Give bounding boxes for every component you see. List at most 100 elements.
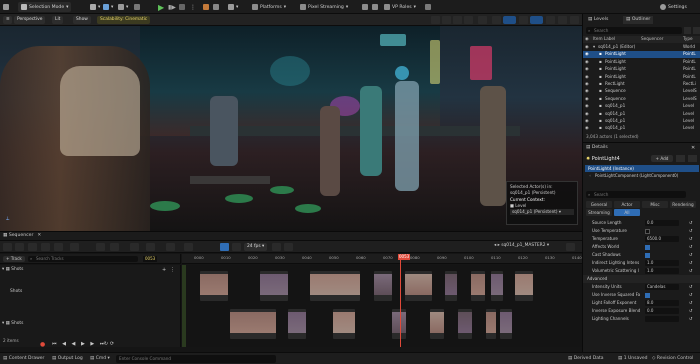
lit-button[interactable]: Lit (52, 16, 64, 24)
launch-icon[interactable] (203, 2, 209, 12)
scale-icon[interactable] (464, 16, 473, 24)
outliner-search-input[interactable]: ⌕ Search (586, 27, 682, 34)
pencil-icon[interactable] (184, 243, 193, 251)
derived-data-button[interactable]: ▤ Derived Data (568, 356, 604, 361)
filter-icon[interactable] (96, 243, 105, 251)
shot-clip[interactable] (260, 271, 288, 301)
tab-streaming[interactable]: Streaming (586, 209, 612, 216)
reset-arrow-icon[interactable]: ↺ (689, 243, 692, 251)
timeline-ruler[interactable]: 0000 0010 0020 0030 0040 0050 0060 0070 0080 0090… (182, 254, 582, 264)
level-viewport[interactable]: ⟂ Selected Actor(s) in: sq014_p1 (Persis… (0, 26, 582, 231)
outliner-row[interactable]: ◉ ▪ RectLight RectLi (583, 81, 700, 88)
rotation-snap-icon[interactable] (519, 16, 528, 24)
record-button[interactable]: ● (40, 341, 45, 348)
shot-clip[interactable] (405, 271, 432, 301)
filter-icon[interactable] (689, 191, 694, 198)
visibility-eye-icon[interactable]: ◉ (585, 125, 589, 132)
outliner-row[interactable]: ◉ ▪ PointLight PointL (583, 66, 700, 73)
shot-clip[interactable] (458, 309, 472, 339)
advanced-section-header[interactable]: Advanced (583, 275, 700, 283)
rotate-icon[interactable] (453, 16, 462, 24)
play-options-icon[interactable]: ⋮ (190, 2, 196, 12)
revision-control-button[interactable]: ◇ Revision Control (652, 356, 693, 361)
show-button[interactable]: Show (73, 16, 91, 24)
outliner-row[interactable]: ◉ ▪ PointLight PointL (583, 74, 700, 81)
tab-rendering[interactable]: Rendering (670, 201, 696, 208)
tab-actor[interactable]: Actor (614, 201, 640, 208)
reset-arrow-icon[interactable]: ↺ (689, 291, 692, 299)
rotation-snap-value[interactable] (530, 16, 543, 24)
world-icon[interactable] (478, 16, 487, 24)
track-row-shots[interactable]: ▾ ▦ Shots (2, 267, 23, 272)
list-icon[interactable] (54, 243, 63, 251)
blueprint-icon[interactable]: ▾ (103, 2, 113, 12)
shot-clip[interactable] (445, 271, 457, 301)
shot-clip[interactable] (491, 271, 503, 301)
maximize-icon[interactable] (570, 16, 579, 24)
property-checkbox[interactable] (645, 292, 650, 298)
playback-range-icon[interactable] (272, 243, 281, 251)
col-item-label[interactable]: Item Label (593, 36, 615, 43)
shot-clip[interactable] (200, 271, 228, 301)
transform-icon[interactable] (431, 16, 440, 24)
move-icon[interactable] (442, 16, 451, 24)
paint-icon[interactable] (146, 243, 155, 251)
property-value-field[interactable]: 1.0 (645, 260, 679, 266)
tab-general[interactable]: General (586, 201, 612, 208)
visibility-eye-icon[interactable]: ◉ (585, 66, 589, 73)
add-content-icon[interactable]: ▾ (90, 2, 100, 12)
platforms-menu[interactable]: Platforms ▾ (252, 2, 286, 12)
layout-icon[interactable] (688, 155, 697, 162)
shot-clip[interactable] (310, 271, 360, 301)
col-sequencer[interactable]: Sequencer (641, 36, 663, 43)
unsaved-button[interactable]: ▤ 1 Unsaved (618, 356, 648, 361)
visibility-eye-icon[interactable]: ◉ (585, 111, 589, 118)
property-value-field[interactable] (645, 316, 679, 322)
loop-mode-icon[interactable]: ↻ (104, 341, 108, 347)
loop-icon[interactable] (284, 243, 293, 251)
settings-gear-icon[interactable] (693, 27, 700, 34)
property-checkbox[interactable] (645, 252, 650, 258)
shot-clip[interactable] (230, 309, 276, 339)
content-drawer-button[interactable]: ▤ Content Drawer (3, 356, 44, 361)
outliner-row[interactable]: ◉ ▪ PointLight PointL (583, 51, 700, 58)
snap-magnet-icon[interactable] (220, 243, 229, 251)
reset-arrow-icon[interactable]: ↺ (689, 299, 692, 307)
outliner-row[interactable]: ◉ ▪ Sequence LevelS (583, 96, 700, 103)
outliner-row[interactable]: ◉ ▪ PointLight PointL (583, 59, 700, 66)
transform-icon[interactable] (130, 243, 139, 251)
snap-options-icon[interactable] (232, 243, 241, 251)
track-row-shots[interactable]: ▾ ▦ Shots (2, 321, 23, 326)
sequencer-tab[interactable]: ▦ Sequencer ✕ (3, 233, 41, 238)
cube-icon[interactable] (372, 2, 378, 12)
outliner-row[interactable]: ◉ ▪ sq014_p1 Level (583, 111, 700, 118)
hamburger-icon[interactable]: ≡ (3, 16, 12, 24)
step-icon[interactable]: ▮▶ (168, 2, 176, 12)
output-log-button[interactable]: ▤ Output Log (52, 356, 83, 361)
outliner-row[interactable]: ◉ ▪ sq014_p1 Level (583, 125, 700, 132)
outliner-row[interactable]: ◉ ▪ sq014_p1 Level (583, 103, 700, 110)
timeline-area[interactable] (182, 265, 582, 347)
visibility-eye-icon[interactable]: ◉ (585, 118, 589, 125)
reset-arrow-icon[interactable]: ↺ (689, 283, 692, 291)
reset-arrow-icon[interactable]: ↺ (689, 227, 692, 235)
more-icon[interactable] (134, 2, 140, 12)
playhead-label[interactable]: 0053 (398, 254, 411, 260)
shot-clip[interactable] (471, 271, 485, 301)
instance-row[interactable]: PointLight4 (Instance) (585, 165, 699, 172)
outliner-row[interactable]: ◉ ▪ Sequence LevelS (583, 88, 700, 95)
stop-icon[interactable] (179, 2, 185, 12)
tab-all[interactable]: All (614, 209, 640, 216)
shot-clip[interactable] (392, 309, 406, 339)
save-icon[interactable] (3, 243, 12, 251)
breadcrumb-sequence[interactable]: ◂ ▸ sq014_p1_MASTER2 ▾ (494, 243, 549, 248)
visibility-eye-icon[interactable]: ◉ (585, 51, 589, 58)
shot-clip[interactable] (374, 271, 392, 301)
autokey-icon[interactable] (166, 243, 175, 251)
save-icon[interactable] (3, 2, 9, 12)
shot-clip[interactable] (430, 309, 444, 339)
reset-arrow-icon[interactable]: ↺ (689, 259, 692, 267)
grid-snap-icon[interactable] (492, 16, 501, 24)
play-button[interactable]: ▶ (158, 2, 164, 12)
context-level-dropdown[interactable]: sq014_p1 (Persistent) ▾ (510, 209, 574, 215)
